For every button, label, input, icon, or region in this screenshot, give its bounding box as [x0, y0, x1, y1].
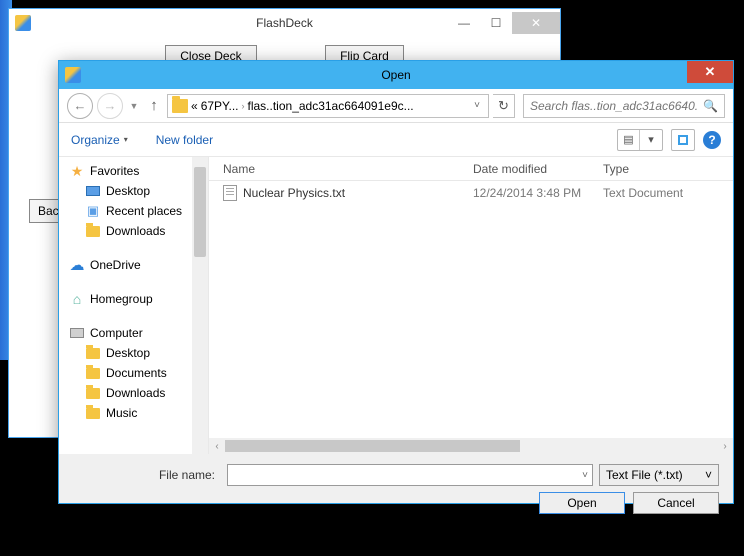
- view-dropdown[interactable]: ▾: [640, 130, 662, 150]
- sidebar-computer[interactable]: Computer: [59, 323, 208, 343]
- sidebar-c-downloads[interactable]: Downloads: [59, 383, 208, 403]
- flashdeck-titlebar: FlashDeck — ☐ ✕: [9, 9, 560, 37]
- open-dialog: Open ✕ ← → ▼ ↑ « 67PY... › flas..tion_ad…: [58, 60, 734, 504]
- filename-combo[interactable]: ˅: [227, 464, 593, 486]
- sidebar-onedrive[interactable]: ☁ OneDrive: [59, 255, 208, 275]
- folder-icon: [85, 224, 101, 238]
- col-type[interactable]: Type: [603, 162, 733, 176]
- cancel-button[interactable]: Cancel: [633, 492, 719, 514]
- sidebar-downloads[interactable]: Downloads: [59, 221, 208, 241]
- sidebar-c-music[interactable]: Music: [59, 403, 208, 423]
- address-dropdown[interactable]: ˅: [474, 100, 480, 111]
- open-button[interactable]: Open: [539, 492, 625, 514]
- new-folder-button[interactable]: New folder: [156, 133, 213, 147]
- search-input[interactable]: [530, 99, 697, 113]
- dialog-titlebar[interactable]: Open ✕: [59, 61, 733, 89]
- col-date[interactable]: Date modified: [473, 162, 603, 176]
- folder-icon: [85, 346, 101, 360]
- folder-icon: [172, 99, 188, 113]
- scroll-left-button[interactable]: ‹: [209, 438, 225, 454]
- search-box[interactable]: 🔍: [523, 94, 725, 118]
- address-chev: «: [191, 99, 198, 113]
- filetype-combo[interactable]: Text File (*.txt) ˅: [599, 464, 719, 486]
- sidebar-c-desktop[interactable]: Desktop: [59, 343, 208, 363]
- scroll-right-button[interactable]: ›: [717, 438, 733, 454]
- file-type: Text Document: [603, 186, 733, 200]
- filename-input[interactable]: [232, 468, 582, 482]
- nav-history-dropdown[interactable]: ▼: [127, 101, 141, 111]
- folder-icon: [85, 386, 101, 400]
- dialog-bottom: File name: ˅ Text File (*.txt) ˅ Open Ca…: [59, 454, 733, 503]
- col-name[interactable]: Name: [223, 162, 473, 176]
- star-icon: ★: [69, 164, 85, 178]
- sidebar-scrollbar[interactable]: [192, 157, 208, 454]
- minimize-button[interactable]: —: [448, 12, 480, 34]
- view-list-icon[interactable]: ▤: [618, 130, 640, 150]
- file-name: Nuclear Physics.txt: [243, 186, 345, 200]
- sidebar-favorites[interactable]: ★ Favorites: [59, 161, 208, 181]
- dialog-title: Open: [381, 68, 410, 82]
- preview-pane-button[interactable]: [671, 129, 695, 151]
- refresh-button[interactable]: ↻: [493, 94, 515, 118]
- nav-up-button[interactable]: ↑: [145, 93, 163, 119]
- organize-menu[interactable]: Organize ▾: [71, 133, 128, 147]
- horizontal-scrollbar[interactable]: ‹ ›: [209, 438, 733, 454]
- dialog-app-icon: [65, 67, 81, 83]
- chevron-right-icon: ›: [242, 101, 245, 111]
- sidebar-scroll-thumb[interactable]: [194, 167, 206, 257]
- view-mode-button[interactable]: ▤ ▾: [617, 129, 663, 151]
- sidebar-c-documents[interactable]: Documents: [59, 363, 208, 383]
- homegroup-icon: ⌂: [69, 292, 85, 306]
- hscroll-thumb[interactable]: [225, 440, 520, 452]
- close-button[interactable]: ✕: [512, 12, 560, 34]
- file-pane: Name Date modified Type Nuclear Physics.…: [209, 157, 733, 454]
- maximize-button[interactable]: ☐: [480, 12, 512, 34]
- nav-back-button[interactable]: ←: [67, 93, 93, 119]
- flashdeck-app-icon: [15, 15, 31, 31]
- chevron-down-icon: ▾: [124, 135, 128, 144]
- file-header: Name Date modified Type: [209, 157, 733, 181]
- dialog-close-button[interactable]: ✕: [687, 61, 733, 83]
- cloud-icon: ☁: [69, 258, 85, 272]
- address-bar[interactable]: « 67PY... › flas..tion_adc31ac664091e9c.…: [167, 94, 489, 118]
- search-icon[interactable]: 🔍: [703, 99, 718, 113]
- recent-icon: ▣: [85, 204, 101, 218]
- sidebar: ★ Favorites Desktop ▣ Recent places Down…: [59, 157, 209, 454]
- chevron-down-icon[interactable]: ˅: [582, 470, 588, 481]
- sidebar-homegroup[interactable]: ⌂ Homegroup: [59, 289, 208, 309]
- desktop-icon: [85, 184, 101, 198]
- chevron-down-icon: ˅: [705, 468, 712, 482]
- computer-icon: [69, 326, 85, 340]
- address-seg-2[interactable]: flas..tion_adc31ac664091e9c...: [248, 99, 414, 113]
- content-area: ★ Favorites Desktop ▣ Recent places Down…: [59, 157, 733, 454]
- preview-icon: [678, 135, 688, 145]
- nav-forward-button[interactable]: →: [97, 93, 123, 119]
- help-button[interactable]: ?: [703, 131, 721, 149]
- toolbar: Organize ▾ New folder ▤ ▾ ?: [59, 123, 733, 157]
- text-file-icon: [223, 185, 237, 201]
- filename-label: File name:: [73, 468, 221, 482]
- sidebar-recent-places[interactable]: ▣ Recent places: [59, 201, 208, 221]
- sidebar-desktop[interactable]: Desktop: [59, 181, 208, 201]
- filetype-value: Text File (*.txt): [606, 468, 683, 482]
- folder-icon: [85, 366, 101, 380]
- flashdeck-title: FlashDeck: [256, 16, 313, 30]
- nav-bar: ← → ▼ ↑ « 67PY... › flas..tion_adc31ac66…: [59, 89, 733, 123]
- folder-icon: [85, 406, 101, 420]
- address-seg-1[interactable]: 67PY...: [201, 99, 239, 113]
- file-date: 12/24/2014 3:48 PM: [473, 186, 603, 200]
- file-row[interactable]: Nuclear Physics.txt 12/24/2014 3:48 PM T…: [209, 181, 733, 205]
